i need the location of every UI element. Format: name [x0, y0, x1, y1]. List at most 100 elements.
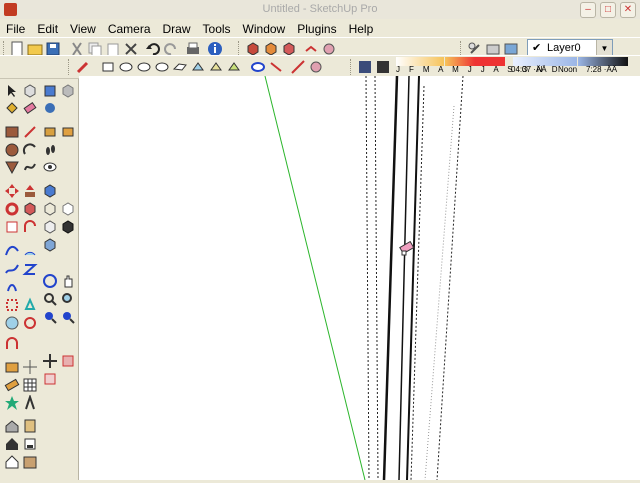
- toolbar-grip[interactable]: [350, 59, 354, 75]
- view-front-icon[interactable]: [136, 59, 152, 75]
- wireframe-icon[interactable]: [226, 59, 242, 75]
- component-icon[interactable]: [22, 83, 38, 99]
- circle-icon[interactable]: [4, 142, 20, 158]
- window-controls: – □ ✕: [580, 2, 636, 18]
- freehand-icon[interactable]: [22, 159, 38, 175]
- eraser-icon[interactable]: [22, 100, 38, 116]
- wireframe-cube-icon[interactable]: [60, 201, 76, 217]
- restore-button[interactable]: □: [600, 2, 616, 18]
- move-icon[interactable]: [4, 183, 20, 199]
- outline-house-icon[interactable]: [4, 454, 20, 470]
- layer-panel-icon[interactable]: [22, 436, 38, 452]
- select-arrow-icon[interactable]: [4, 83, 20, 99]
- star-icon[interactable]: [4, 395, 20, 411]
- shadow-settings-icon[interactable]: [357, 59, 373, 75]
- zoom-window-icon[interactable]: [60, 291, 76, 307]
- time-noon-label: Noon: [558, 65, 578, 74]
- display-shadows-icon[interactable]: [375, 59, 391, 75]
- menu-window[interactable]: Window: [237, 22, 292, 36]
- solid-edge-inner: [398, 75, 410, 481]
- grid-icon[interactable]: [22, 377, 38, 393]
- offset-icon[interactable]: [22, 219, 38, 235]
- layout-icon[interactable]: [22, 418, 38, 434]
- drawing-viewport[interactable]: [79, 75, 640, 481]
- scene-tab-icon[interactable]: [22, 454, 38, 470]
- menu-tools[interactable]: Tools: [197, 22, 237, 36]
- xray-icon[interactable]: [208, 59, 224, 75]
- view-left-icon[interactable]: [190, 59, 206, 75]
- follow-me-icon[interactable]: [290, 59, 306, 75]
- guide-points-icon[interactable]: [4, 297, 20, 313]
- push-pull-icon[interactable]: [22, 183, 38, 199]
- view-right-icon[interactable]: [154, 59, 170, 75]
- rectangle-icon[interactable]: [4, 124, 20, 140]
- window-title: Untitled - SketchUp Pro: [262, 3, 378, 15]
- paint-bucket-icon[interactable]: [4, 100, 20, 116]
- dotted-edge-left-inner: [374, 75, 379, 481]
- section-plane-icon[interactable]: [250, 59, 266, 75]
- zoom-icon[interactable]: [42, 291, 58, 307]
- label-a-icon[interactable]: [22, 395, 38, 411]
- section-display-icon[interactable]: [42, 371, 58, 387]
- section-fill-icon[interactable]: [60, 353, 76, 369]
- orbit-ring-icon[interactable]: [22, 315, 38, 331]
- house-3d-icon[interactable]: [4, 418, 20, 434]
- gray-dotted-edge: [424, 105, 455, 481]
- axes-icon[interactable]: [4, 279, 20, 295]
- paint-icon[interactable]: [4, 359, 20, 375]
- shaded-cube-icon[interactable]: [60, 219, 76, 235]
- menu-help[interactable]: Help: [343, 22, 380, 36]
- zoom-extents-icon[interactable]: [42, 309, 58, 325]
- polygon-icon[interactable]: [4, 159, 20, 175]
- look-eye-icon[interactable]: [42, 159, 58, 175]
- pan-icon[interactable]: [60, 124, 76, 140]
- menu-plugins[interactable]: Plugins: [291, 22, 342, 36]
- 3d-text-icon[interactable]: [22, 297, 38, 313]
- pan-hand-icon[interactable]: [60, 273, 76, 289]
- tape-measure-icon[interactable]: [4, 243, 20, 259]
- xray-cube-icon[interactable]: [42, 201, 58, 217]
- dimension-icon[interactable]: [4, 261, 20, 277]
- look-around-icon[interactable]: [42, 100, 58, 116]
- walk-footprint-icon[interactable]: [42, 142, 58, 158]
- orbit-icon[interactable]: [308, 59, 324, 75]
- sandbox-icon[interactable]: [4, 335, 20, 351]
- home-icon[interactable]: [4, 436, 20, 452]
- view-top-icon[interactable]: [118, 59, 134, 75]
- sun-icon[interactable]: [4, 377, 20, 393]
- line-pencil-icon[interactable]: [22, 124, 38, 140]
- arc-icon[interactable]: [22, 142, 38, 158]
- minimize-button[interactable]: –: [580, 2, 596, 18]
- toolbar-grip[interactable]: [68, 59, 72, 75]
- follow-me-tool-icon[interactable]: [22, 201, 38, 217]
- section-plane-tool-icon[interactable]: [4, 315, 20, 331]
- hidden-line-cube-icon[interactable]: [42, 219, 58, 235]
- compass-icon[interactable]: [22, 359, 38, 375]
- textured-cube-icon[interactable]: [42, 237, 58, 253]
- menu-file[interactable]: File: [0, 22, 31, 36]
- walk-arrows-icon[interactable]: [42, 353, 58, 369]
- pencil-icon[interactable]: [75, 59, 91, 75]
- protractor-icon[interactable]: [22, 243, 38, 259]
- display-sections-icon[interactable]: [268, 59, 284, 75]
- previous-view-icon[interactable]: [60, 309, 76, 325]
- current-layer-check-icon: ✔: [532, 42, 542, 54]
- view-iso-icon[interactable]: [100, 59, 116, 75]
- scale-icon[interactable]: [4, 219, 20, 235]
- close-button[interactable]: ✕: [620, 2, 636, 18]
- gray-cube-icon[interactable]: [60, 83, 76, 99]
- position-camera-icon[interactable]: [42, 124, 58, 140]
- section-cube-icon[interactable]: [42, 183, 58, 199]
- menu-edit[interactable]: Edit: [31, 22, 64, 36]
- walk-icon[interactable]: [42, 83, 58, 99]
- menu-draw[interactable]: Draw: [157, 22, 197, 36]
- text-icon[interactable]: [22, 261, 38, 277]
- rotate-icon[interactable]: [4, 201, 20, 217]
- dotted-edge-left: [365, 75, 370, 481]
- menu-camera[interactable]: Camera: [102, 22, 157, 36]
- orbit-tool-icon[interactable]: [42, 273, 58, 289]
- menu-view[interactable]: View: [64, 22, 102, 36]
- model-canvas[interactable]: [79, 75, 640, 481]
- view-back-icon[interactable]: [172, 59, 188, 75]
- green-axis-line: [264, 75, 366, 481]
